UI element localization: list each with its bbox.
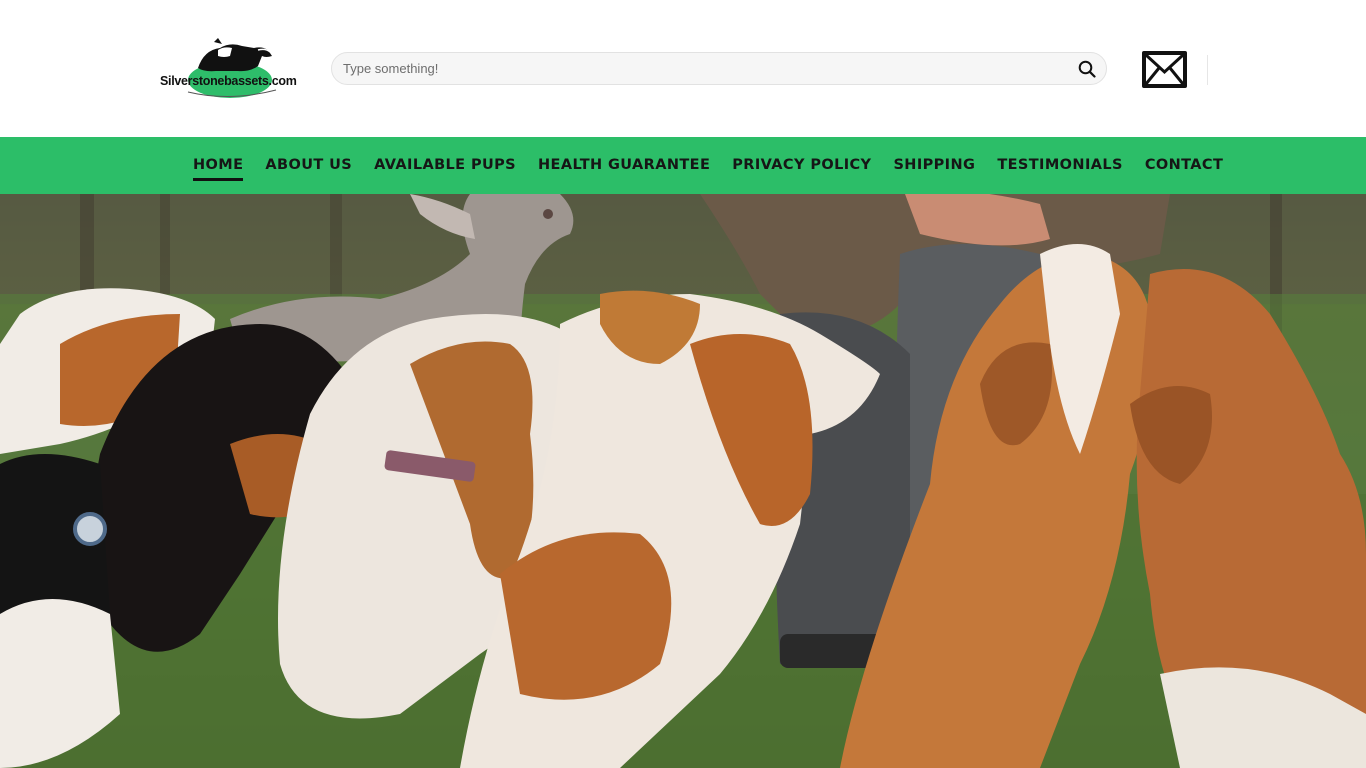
nav-item-health-guarantee[interactable]: HEALTH GUARANTEE [538, 137, 710, 194]
hero-image [0, 194, 1366, 768]
hero-dogs-illustration [0, 194, 1366, 768]
email-button[interactable] [1142, 51, 1187, 88]
search-bar [331, 52, 1107, 85]
nav-item-available-pups[interactable]: AVAILABLE PUPS [374, 137, 516, 194]
search-icon [1078, 60, 1096, 78]
nav-item-shipping[interactable]: SHIPPING [893, 137, 975, 194]
nav-item-home[interactable]: HOME [193, 137, 244, 194]
envelope-icon [1142, 51, 1187, 88]
header-divider [1207, 55, 1208, 85]
site-logo[interactable]: Silverstonebassets.com [158, 38, 303, 100]
search-input[interactable] [332, 53, 1072, 84]
logo-dog-emblem [187, 38, 277, 98]
main-navigation: HOME ABOUT US AVAILABLE PUPS HEALTH GUAR… [0, 137, 1366, 194]
logo-text: Silverstonebassets.com [160, 74, 297, 88]
nav-item-about-us[interactable]: ABOUT US [265, 137, 352, 194]
site-header: Silverstonebassets.com [0, 0, 1366, 137]
nav-item-contact[interactable]: CONTACT [1145, 137, 1223, 194]
nav-item-privacy-policy[interactable]: PRIVACY POLICY [732, 137, 871, 194]
nav-item-testimonials[interactable]: TESTIMONIALS [997, 137, 1123, 194]
search-button[interactable] [1076, 58, 1098, 80]
